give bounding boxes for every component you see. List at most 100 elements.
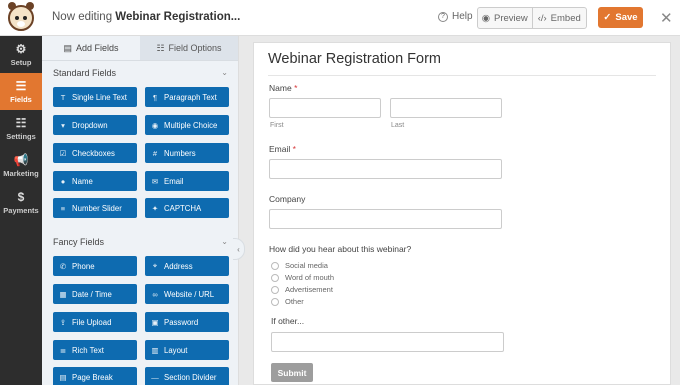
field-label: Layout <box>164 345 188 355</box>
field-button-paragraph-text[interactable]: ¶ Paragraph Text <box>145 87 229 107</box>
if-other-label: If other... <box>271 316 305 326</box>
field-button-multiple-choice[interactable]: ◉ Multiple Choice <box>145 115 229 135</box>
chevron-down-icon[interactable]: ⌄ <box>221 68 228 77</box>
first-sublabel: First <box>270 122 284 129</box>
form-title[interactable]: Webinar Registration Form <box>268 51 441 67</box>
field-label: Website / URL <box>164 289 215 299</box>
radio-label: Social media <box>285 261 328 270</box>
field-button-email[interactable]: ✉ Email <box>145 171 229 191</box>
page-break-icon: ▤ <box>59 372 67 382</box>
standard-fields-heading[interactable]: Standard Fields <box>53 68 116 78</box>
paragraph-icon: ¶ <box>152 92 158 102</box>
field-button-section-divider[interactable]: — Section Divider <box>145 367 229 385</box>
nav-item-fields[interactable]: ☰ Fields <box>0 73 42 110</box>
map-pin-icon: ⌖ <box>152 261 158 270</box>
nav-item-marketing[interactable]: 📢 Marketing <box>0 147 42 184</box>
radio-option-other[interactable]: Other <box>271 297 304 306</box>
email-input[interactable] <box>269 159 502 179</box>
puzzle-icon: ✦ <box>151 203 159 213</box>
title-divider <box>268 75 656 76</box>
save-icon: ✓ <box>603 12 612 23</box>
required-asterisk: * <box>294 83 298 93</box>
sliders-icon: ☷ <box>15 115 27 130</box>
divider-icon: — <box>151 372 159 382</box>
field-label: Phone <box>72 261 95 271</box>
help-link[interactable]: ? Help <box>438 11 473 22</box>
editing-prefix: Now editing <box>52 11 116 23</box>
field-button-single-line-text[interactable]: T Single Line Text <box>53 87 137 107</box>
field-button-layout[interactable]: ▥ Layout <box>145 340 229 360</box>
field-button-password[interactable]: ▣ Password <box>145 312 229 332</box>
nav-item-payments[interactable]: $ Payments <box>0 184 42 221</box>
phone-icon: ✆ <box>59 261 67 271</box>
field-button-phone[interactable]: ✆ Phone <box>53 256 137 276</box>
eye-icon: ◉ <box>481 12 490 24</box>
help-label: Help <box>452 11 473 22</box>
close-icon[interactable]: ✕ <box>660 9 673 27</box>
field-label: CAPTCHA <box>164 203 202 213</box>
radio-label: Word of mouth <box>285 273 335 282</box>
field-button-captcha[interactable]: ✦ CAPTCHA <box>145 198 229 218</box>
radio-button[interactable] <box>271 261 279 270</box>
megaphone-icon: 📢 <box>13 152 29 167</box>
radio-option-social-media[interactable]: Social media <box>271 261 328 270</box>
left-nav: ⚙ Setup ☰ Fields ☷ Settings 📢 Marketing … <box>0 36 42 385</box>
link-icon: ∞ <box>152 289 158 299</box>
nav-item-settings[interactable]: ☷ Settings <box>0 110 42 147</box>
radio-icon: ◉ <box>151 120 159 130</box>
radio-button[interactable] <box>271 297 279 306</box>
dollar-icon: $ <box>17 189 25 204</box>
top-bar: Now editing Webinar Registration... ? He… <box>0 0 680 36</box>
field-button-website-url[interactable]: ∞ Website / URL <box>145 284 229 304</box>
embed-button[interactable]: ‹/› Embed <box>533 8 587 28</box>
last-sublabel: Last <box>391 122 405 129</box>
panel-tabs: ▤ Add Fields ☷ Field Options <box>42 36 238 61</box>
chevron-down-icon[interactable]: ⌄ <box>221 237 228 246</box>
if-other-input[interactable] <box>271 332 504 352</box>
field-button-name[interactable]: ● Name <box>53 171 137 191</box>
field-button-dropdown[interactable]: ▾ Dropdown <box>53 115 137 135</box>
company-input[interactable] <box>269 209 502 229</box>
radio-label: Advertisement <box>285 285 333 294</box>
first-name-input[interactable] <box>269 98 381 118</box>
field-button-number-slider[interactable]: ≡ Number Slider <box>53 198 137 218</box>
radio-button[interactable] <box>271 285 279 294</box>
tab-add-fields[interactable]: ▤ Add Fields <box>42 36 140 60</box>
field-button-page-break[interactable]: ▤ Page Break <box>53 367 137 385</box>
save-button[interactable]: ✓ Save <box>598 7 643 28</box>
layout-icon: ▥ <box>151 345 159 355</box>
help-icon: ? <box>438 11 448 22</box>
nav-label: Fields <box>10 94 32 104</box>
nav-label: Payments <box>3 205 39 215</box>
tab-field-options[interactable]: ☷ Field Options <box>140 36 238 60</box>
field-label: Multiple Choice <box>164 120 218 130</box>
editing-form-name: Webinar Registration... <box>115 11 241 23</box>
list-icon: ▤ <box>63 42 72 53</box>
field-button-rich-text[interactable]: ≣ Rich Text <box>53 340 137 360</box>
field-button-checkboxes[interactable]: ☑ Checkboxes <box>53 143 137 163</box>
radio-label: Other <box>285 297 304 306</box>
embed-label: Embed <box>550 12 581 24</box>
list-icon: ☰ <box>15 78 27 93</box>
radio-option-advertisement[interactable]: Advertisement <box>271 285 333 294</box>
email-label-text: Email <box>269 144 291 154</box>
fancy-fields-heading[interactable]: Fancy Fields <box>53 237 104 247</box>
radio-option-word-of-mouth[interactable]: Word of mouth <box>271 273 334 282</box>
preview-button[interactable]: ◉ Preview <box>478 8 533 28</box>
last-name-input[interactable] <box>390 98 502 118</box>
fields-panel: ▤ Add Fields ☷ Field Options Standard Fi… <box>42 36 239 385</box>
field-label: Checkboxes <box>72 148 115 158</box>
field-button-numbers[interactable]: # Numbers <box>145 143 229 163</box>
field-label: File Upload <box>72 317 112 327</box>
sliders-icon: ☷ <box>156 42 165 53</box>
radio-button[interactable] <box>271 273 279 282</box>
dropdown-icon: ▾ <box>61 120 65 130</box>
collapse-panel-toggle[interactable]: ‹ <box>233 238 245 260</box>
field-button-date-time[interactable]: ▦ Date / Time <box>53 284 137 304</box>
required-asterisk: * <box>292 144 296 154</box>
code-icon: ‹/› <box>537 12 547 24</box>
field-button-file-upload[interactable]: ⇪ File Upload <box>53 312 137 332</box>
nav-item-setup[interactable]: ⚙ Setup <box>0 36 42 73</box>
field-button-address[interactable]: ⌖ Address <box>145 256 229 276</box>
submit-button[interactable]: Submit <box>271 363 313 382</box>
